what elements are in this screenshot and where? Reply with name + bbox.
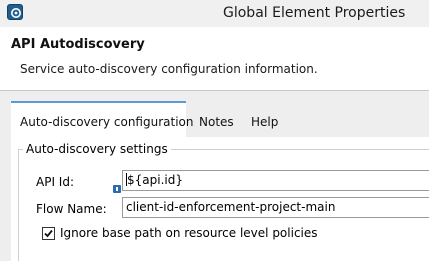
tab-panel: Auto-discovery settings API Id: ${api.id… — [11, 137, 429, 261]
flow-name-field[interactable]: client-id-enforcement-project-main — [122, 197, 429, 218]
flow-name-label: Flow Name: — [36, 202, 107, 216]
group-legend: Auto-discovery settings — [23, 142, 171, 156]
auto-discovery-settings-group: Auto-discovery settings API Id: ${api.id… — [18, 142, 429, 261]
properties-window: Global Element Properties API Autodiscov… — [0, 0, 429, 261]
title-bar: Global Element Properties — [0, 0, 429, 27]
page-header: API Autodiscovery Service auto-discovery… — [0, 27, 429, 91]
page-description: Service auto-discovery configuration inf… — [20, 62, 318, 76]
content-area: Auto-discovery configuration Notes Help … — [0, 91, 429, 261]
ignore-base-path-checkbox[interactable] — [42, 227, 55, 240]
api-id-label: API Id: — [36, 175, 74, 189]
tab-help[interactable]: Help — [251, 101, 278, 137]
page-title: API Autodiscovery — [11, 37, 145, 52]
checkmark-icon — [44, 229, 53, 238]
ignore-base-path-label[interactable]: Ignore base path on resource level polic… — [60, 226, 318, 240]
window-title: Global Element Properties — [223, 5, 406, 21]
info-icon — [113, 185, 121, 193]
tab-notes[interactable]: Notes — [199, 101, 234, 137]
tab-bar: Auto-discovery configuration Notes Help — [11, 101, 429, 137]
flow-name-value: client-id-enforcement-project-main — [126, 200, 336, 214]
api-id-field[interactable]: ${api.id} — [122, 170, 429, 191]
tab-auto-discovery-configuration[interactable]: Auto-discovery configuration — [11, 101, 194, 137]
app-icon[interactable] — [7, 4, 23, 20]
api-id-value: ${api.id} — [127, 173, 183, 187]
